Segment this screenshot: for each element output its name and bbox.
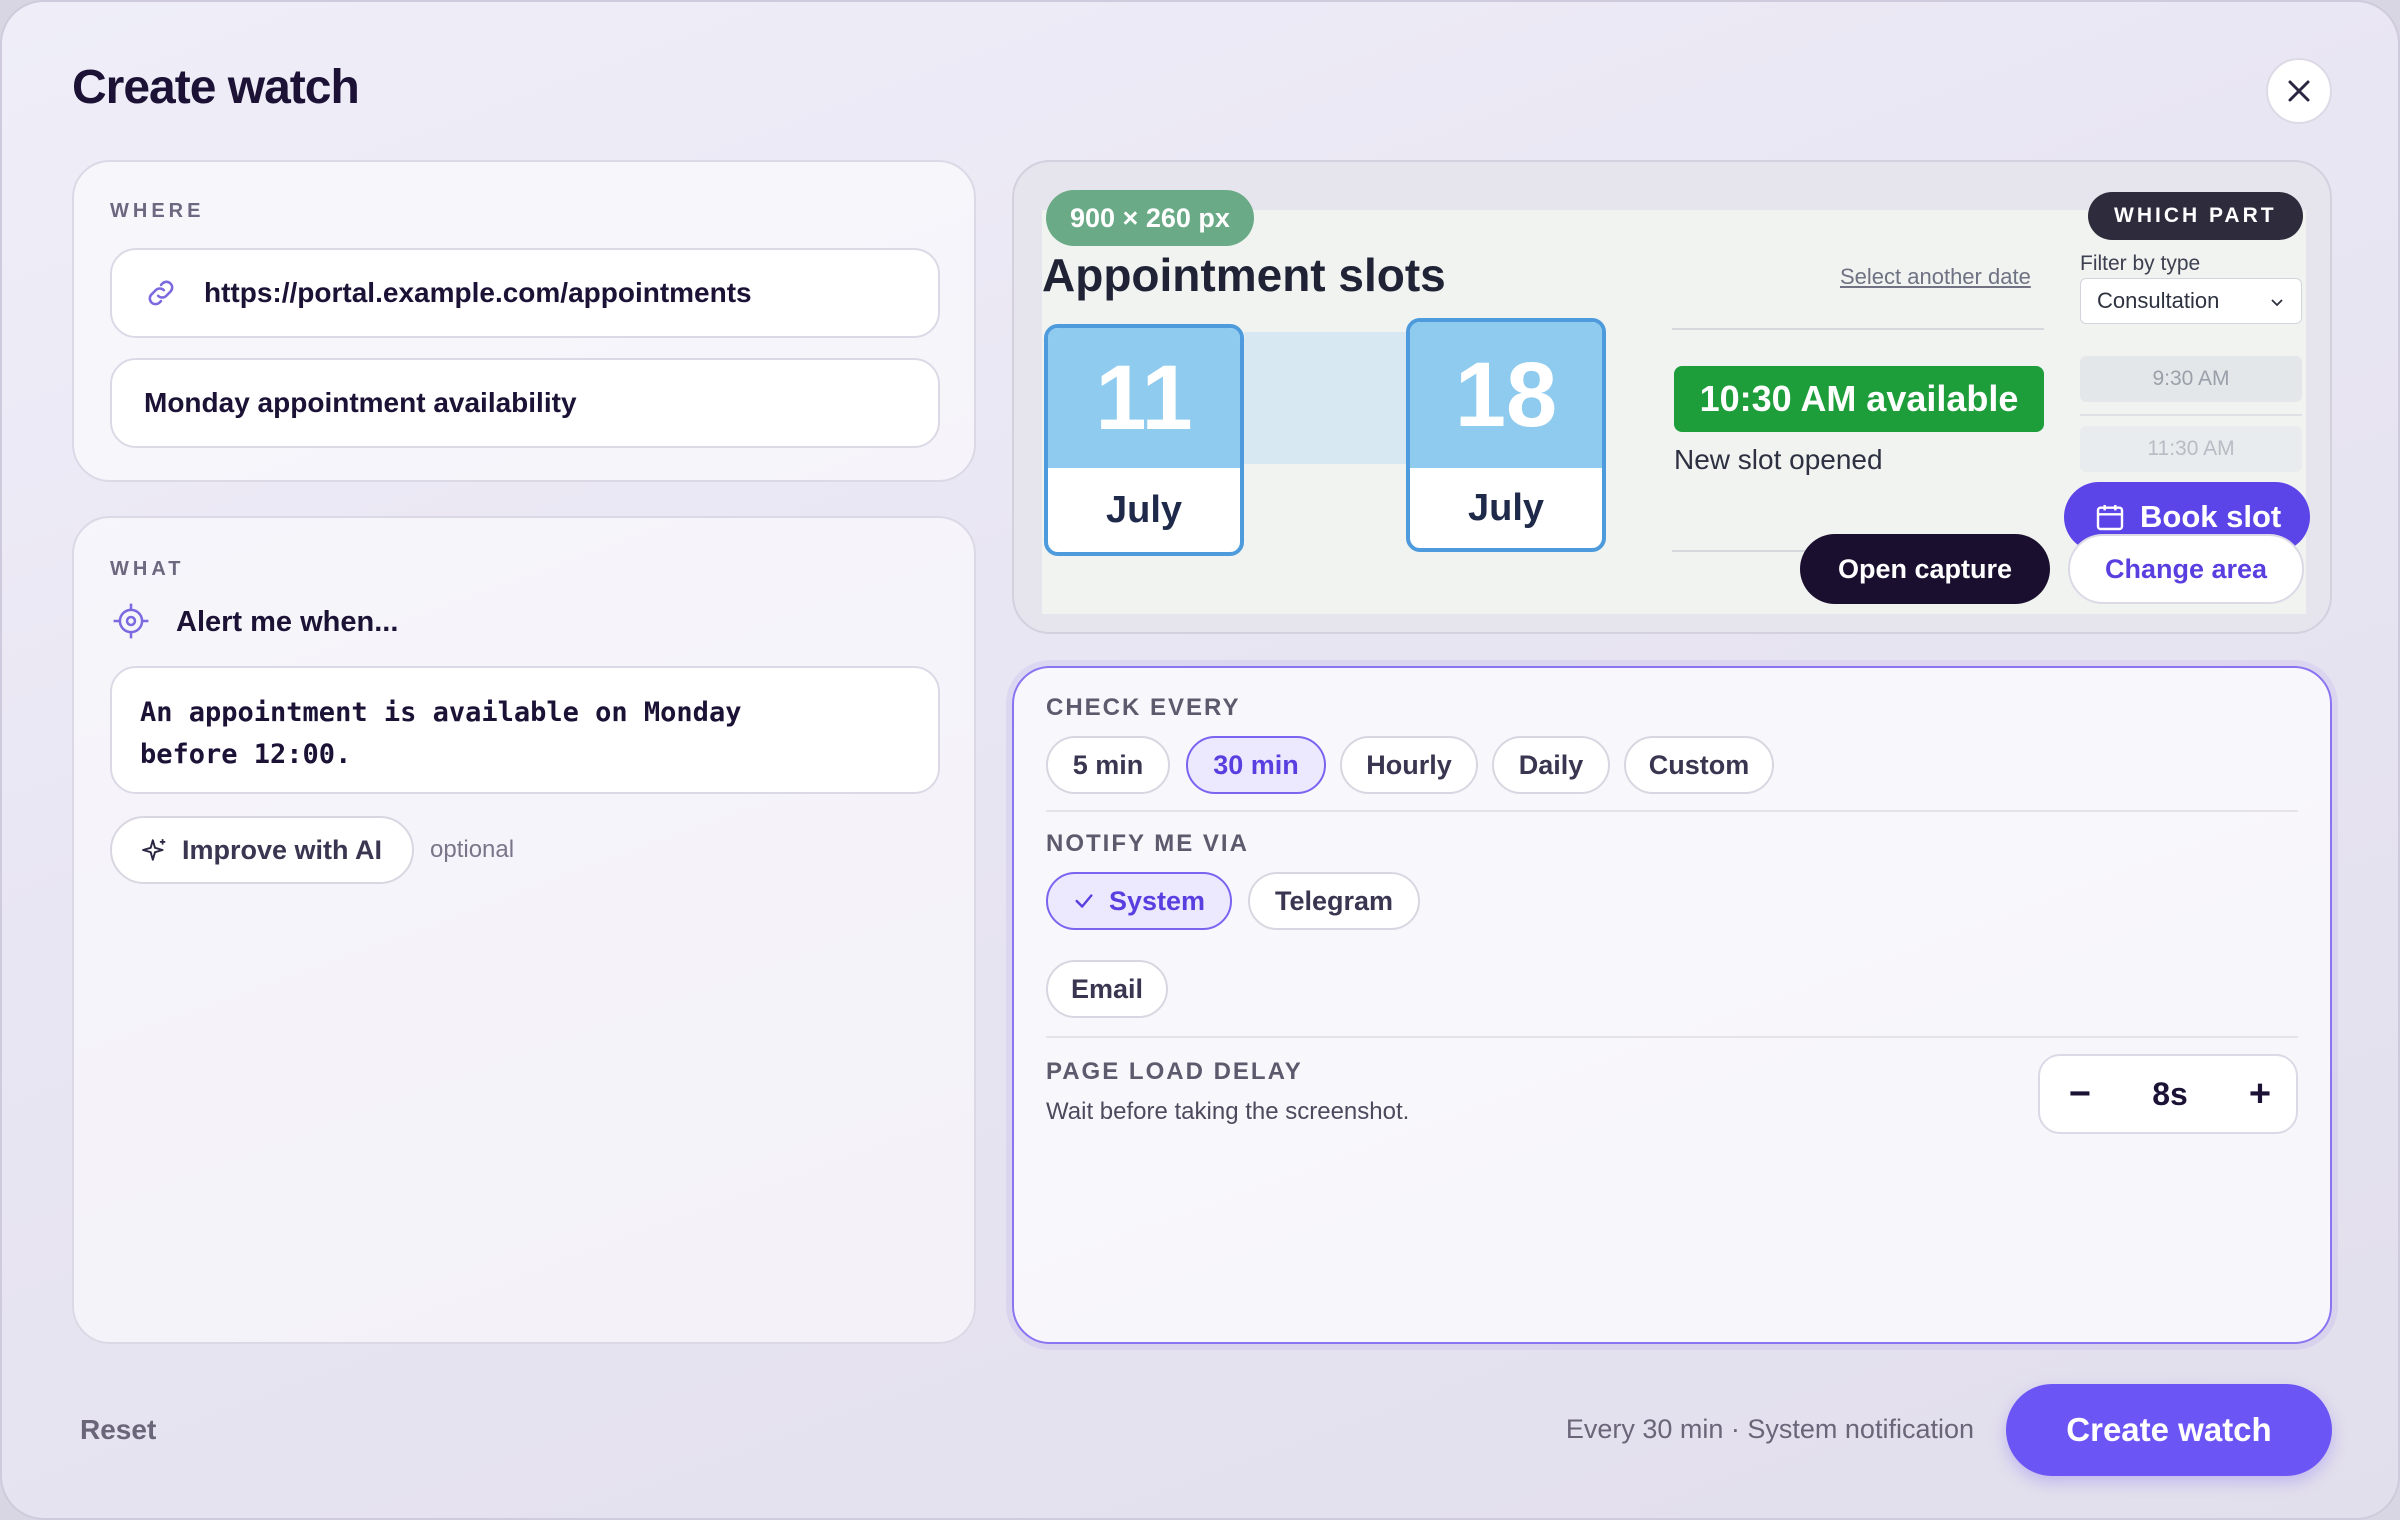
filter-select[interactable]: Consultation xyxy=(2080,278,2302,324)
interval-option-hourly[interactable]: Hourly xyxy=(1340,736,1478,794)
date-month: July xyxy=(1467,486,1545,529)
footer-summary: Every 30 min · System notification xyxy=(1565,1414,1974,1444)
dialog-title: Create watch xyxy=(72,61,360,114)
chevron-down-icon xyxy=(2271,299,2283,307)
reset-button[interactable]: Reset xyxy=(80,1414,156,1446)
filter-value: Consultation xyxy=(2097,288,2220,313)
change-area-button[interactable]: Change area xyxy=(2068,534,2304,604)
create-watch-dialog: Create watch WHERE https://portal.exampl… xyxy=(0,0,2400,1520)
book-slot-label: Book slot xyxy=(2140,499,2282,534)
section-divider xyxy=(1046,1036,2298,1038)
available-badge: 10:30 AM available xyxy=(1674,366,2044,432)
notify-label: NOTIFY ME VIA xyxy=(1046,830,1249,857)
open-capture-button[interactable]: Open capture xyxy=(1800,534,2050,604)
notify-option-system[interactable]: System xyxy=(1046,872,1232,930)
url-value: https://portal.example.com/appointments xyxy=(204,277,752,308)
interval-option-daily[interactable]: Daily xyxy=(1492,736,1610,794)
sparkle-icon xyxy=(142,839,166,861)
alert-label: Alert me when... xyxy=(176,606,399,638)
what-card: WHAT Alert me when... An appointment is … xyxy=(72,516,976,1344)
improve-with-ai-button[interactable]: Improve with AI xyxy=(110,816,414,884)
improve-label: Improve with AI xyxy=(181,834,383,865)
calendar-icon xyxy=(2096,505,2124,531)
page-preview: 900 × 260 px WHICH PART Appointment slot… xyxy=(1012,160,2332,634)
settings-card: CHECK EVERY 5 min 30 min Hourly Daily Cu… xyxy=(1012,666,2332,1344)
slot-opened-text: New slot opened xyxy=(1674,444,1883,475)
where-card: WHERE https://portal.example.com/appoint… xyxy=(72,160,976,482)
link-icon xyxy=(148,280,174,306)
optional-label: optional xyxy=(430,836,515,863)
filter-label: Filter by type xyxy=(2080,252,2201,275)
create-watch-button[interactable]: Create watch xyxy=(2006,1384,2332,1476)
interval-option-30min[interactable]: 30 min xyxy=(1186,736,1326,794)
notify-option-telegram[interactable]: Telegram xyxy=(1248,872,1420,930)
target-icon xyxy=(113,603,149,639)
decrement-button[interactable]: − xyxy=(2060,1056,2100,1132)
section-divider xyxy=(1046,810,2298,812)
where-label: WHERE xyxy=(110,200,205,222)
watch-name-field[interactable]: Monday appointment availability xyxy=(110,358,940,448)
size-badge: 900 × 260 px xyxy=(1046,190,1254,246)
interval-option-custom[interactable]: Custom xyxy=(1624,736,1774,794)
interval-option-5min[interactable]: 5 min xyxy=(1046,736,1170,794)
close-icon xyxy=(2288,80,2310,102)
date-card-11[interactable]: 11 July xyxy=(1044,324,1244,556)
preview-divider xyxy=(2080,414,2302,416)
condition-value: An appointment is available on Monday be… xyxy=(140,697,742,770)
date-card-18[interactable]: 18 July xyxy=(1406,318,1606,552)
url-field[interactable]: https://portal.example.com/appointments xyxy=(110,248,940,338)
date-day: 18 xyxy=(1410,322,1602,468)
date-month: July xyxy=(1105,488,1183,531)
check-icon xyxy=(1075,894,1093,908)
delay-label: PAGE LOAD DELAY xyxy=(1046,1058,1303,1085)
check-every-label: CHECK EVERY xyxy=(1046,694,1241,721)
preview-divider xyxy=(1672,328,2044,330)
time-slot: 9:30 AM xyxy=(2080,356,2302,402)
date-day: 11 xyxy=(1048,328,1240,468)
delay-value: 8s xyxy=(2152,1075,2188,1112)
notify-option-email[interactable]: Email xyxy=(1046,960,1168,1018)
select-date-link[interactable]: Select another date xyxy=(1840,264,2031,290)
preview-divider xyxy=(1672,550,1822,552)
which-part-badge[interactable]: WHICH PART xyxy=(2088,192,2303,240)
watch-name-value: Monday appointment availability xyxy=(144,387,577,418)
what-label: WHAT xyxy=(110,558,185,580)
condition-field[interactable]: An appointment is available on Monday be… xyxy=(110,666,940,794)
close-button[interactable] xyxy=(2266,58,2332,124)
preview-heading: Appointment slots xyxy=(1042,249,1446,301)
delay-stepper[interactable]: − 8s + xyxy=(2038,1054,2298,1134)
notify-option-label: System xyxy=(1108,885,1206,916)
time-slot: 11:30 AM xyxy=(2080,426,2302,472)
increment-button[interactable]: + xyxy=(2240,1056,2280,1132)
delay-description: Wait before taking the screenshot. xyxy=(1046,1098,1410,1125)
